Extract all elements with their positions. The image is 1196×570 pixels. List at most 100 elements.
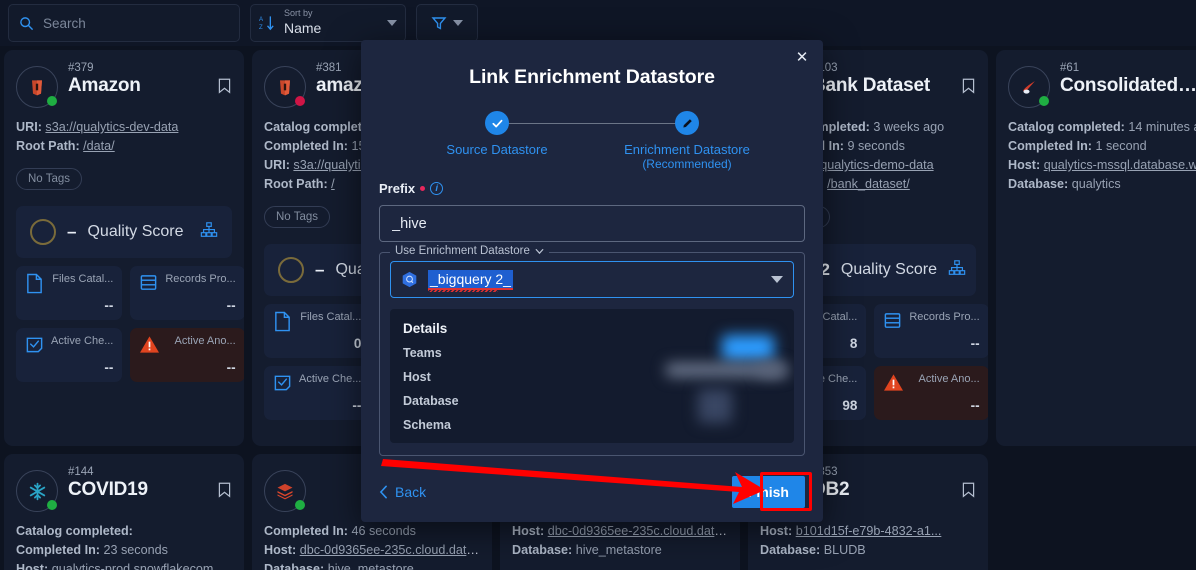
metric-name: Files Catal... xyxy=(300,311,362,323)
step-label: Enrichment Datastore xyxy=(624,142,750,157)
card-meta: Catalog completed: 14 minutes agoComplet… xyxy=(1008,118,1196,194)
card-meta-value[interactable]: / xyxy=(331,177,335,191)
fieldset-legend[interactable]: Use Enrichment Datastore xyxy=(390,245,549,257)
metric-value: -- xyxy=(970,336,980,351)
datastore-card[interactable]: #379 Amazon URI: s3a://qualytics-dev-data R… xyxy=(4,50,244,446)
close-icon[interactable]: ✕ xyxy=(793,49,811,67)
quality-score-value: – xyxy=(315,260,325,279)
metric-name: Active Ano... xyxy=(918,373,980,385)
metric-tile[interactable]: Active Ano... -- xyxy=(874,366,988,420)
card-meta-value[interactable]: /bank_dataset/ xyxy=(827,177,910,191)
info-icon[interactable]: i xyxy=(430,182,444,195)
card-meta: Catalog completed: Completed In: 23 seco… xyxy=(16,522,232,570)
search-input[interactable]: Search xyxy=(8,4,240,42)
caret-down-icon[interactable] xyxy=(771,276,783,283)
card-meta-row: Database: BLUDB xyxy=(760,541,976,560)
card-head-text: #103 Bank Dataset xyxy=(812,62,952,97)
card-meta-key: Host: xyxy=(1008,158,1041,172)
metric-value: -- xyxy=(970,398,980,413)
metric-tile[interactable]: Records Pro... -- xyxy=(874,304,988,358)
enrichment-datastore-select[interactable]: _bigquery 2_ xyxy=(390,261,794,298)
bookmark-button[interactable] xyxy=(218,482,232,503)
metric-tile[interactable]: Records Pro... -- xyxy=(130,266,244,320)
step-source-datastore[interactable]: Source Datastore xyxy=(417,111,577,171)
card-meta-value: hive_metastore xyxy=(575,543,662,557)
warning-triangle-icon xyxy=(884,374,904,391)
file-icon xyxy=(25,273,44,299)
tag-chip[interactable]: No Tags xyxy=(16,168,82,190)
metric-text: Active Che... -- xyxy=(299,373,361,413)
warning-triangle-icon xyxy=(140,336,160,353)
card-meta: Host: dbc-0d9365ee-235c.cloud.databr... D… xyxy=(512,522,728,560)
records-icon xyxy=(139,273,158,297)
card-header: #144 COVID19 xyxy=(16,466,232,512)
lineage-icon xyxy=(200,221,218,237)
datastore-logo xyxy=(16,470,58,512)
card-meta-value[interactable]: dbc-0d9365ee-235c.cloud.databr... xyxy=(300,543,480,557)
card-meta-key: Host: xyxy=(760,524,793,538)
finish-button[interactable]: Finish xyxy=(731,476,805,508)
card-meta-value[interactable]: b101d15f-e79b-4832-a1... xyxy=(796,524,942,538)
metric-name: Active Che... xyxy=(299,373,362,385)
card-meta-row: Host: dbc-0d9365ee-235c.cloud.databr... xyxy=(512,522,728,541)
tag-chip[interactable]: No Tags xyxy=(264,206,330,228)
card-meta-key: Catalog completed: xyxy=(1008,120,1125,134)
filter-button[interactable] xyxy=(416,4,478,42)
metric-name: Active Ano... xyxy=(174,335,236,347)
datastore-logo xyxy=(1008,66,1050,108)
lineage-button[interactable] xyxy=(948,259,966,282)
prefix-input[interactable] xyxy=(379,205,805,242)
card-meta-key: Host: xyxy=(512,524,545,538)
card-id: #144 xyxy=(68,466,94,478)
card-meta-key: Database: xyxy=(264,562,325,570)
card-meta-row: Database: hive_metastore xyxy=(512,541,728,560)
metric-value: -- xyxy=(226,298,236,313)
card-metrics: Files Catal...-- Records Pro... -- Active C… xyxy=(16,266,244,382)
metric-tile[interactable]: Files Catal... 0 xyxy=(264,304,371,358)
card-id: #103 xyxy=(812,62,838,74)
card-meta-row: Host: qualytics-prod.snowflakecomputi... xyxy=(16,560,232,570)
bookmark-icon xyxy=(962,482,975,498)
sort-by-select[interactable]: A Z Sort by Name xyxy=(250,4,406,42)
metric-tile[interactable]: Active Che... -- xyxy=(16,328,123,382)
metric-tile[interactable]: Files Catal... -- xyxy=(16,266,123,320)
warning-triangle-icon xyxy=(883,373,904,397)
svg-text:Z: Z xyxy=(259,24,263,31)
lineage-button[interactable] xyxy=(200,221,218,244)
card-meta-value[interactable]: qualytics-mssql.database.window... xyxy=(1044,158,1196,172)
metric-text: Active Ano... -- xyxy=(167,335,236,375)
card-meta: URI: s3a://qualytics-dev-data Root Path: … xyxy=(16,118,232,156)
pencil-icon xyxy=(675,111,699,135)
lineage-icon xyxy=(948,259,966,275)
card-meta-value[interactable]: dbc-0d9365ee-235c.cloud.databr... xyxy=(548,524,728,538)
card-head-text: #144 COVID19 xyxy=(68,466,208,501)
card-meta-key: Root Path: xyxy=(16,139,80,153)
bookmark-button[interactable] xyxy=(962,78,976,99)
bookmark-button[interactable] xyxy=(218,78,232,99)
card-meta-row: Completed In: 23 seconds xyxy=(16,541,232,560)
metric-name: Records Pro... xyxy=(165,273,236,285)
card-head-text: #353 DB2 xyxy=(812,466,952,501)
quality-score-ring xyxy=(278,257,304,283)
step-enrichment-datastore[interactable]: Enrichment Datastore (Recommended) xyxy=(607,111,767,171)
status-dot xyxy=(295,96,305,106)
back-button[interactable]: Back xyxy=(379,484,426,500)
card-meta-value[interactable]: s3a://qualytics-dev-data xyxy=(45,120,178,134)
bookmark-button[interactable] xyxy=(962,482,976,503)
card-head-text: #61Consolidated B... xyxy=(1060,62,1196,97)
quality-score-label: Quality Score xyxy=(87,223,184,240)
wizard-stepper: Source Datastore Enrichment Datastore (R… xyxy=(417,111,767,171)
card-meta-value: 46 seconds xyxy=(351,524,416,538)
card-meta-key: Database: xyxy=(1008,177,1069,191)
card-meta-key: Host: xyxy=(16,562,49,570)
metric-tile[interactable]: Active Che... -- xyxy=(264,366,371,420)
card-meta-value[interactable]: /data/ xyxy=(83,139,115,153)
datastore-logo xyxy=(264,470,306,512)
card-meta-row: Database: qualytics xyxy=(1008,175,1196,194)
step-label: Source Datastore xyxy=(446,142,548,157)
quality-score-value: – xyxy=(67,222,77,241)
card-meta-value[interactable]: qualytics-prod.snowflakecomputi... xyxy=(52,562,232,570)
datastore-card[interactable]: #144 COVID19 Catalog completed: Completed … xyxy=(4,454,244,570)
metric-tile[interactable]: Active Ano... -- xyxy=(130,328,244,382)
datastore-card[interactable]: #61Consolidated B... Catalog completed: 1… xyxy=(996,50,1196,446)
